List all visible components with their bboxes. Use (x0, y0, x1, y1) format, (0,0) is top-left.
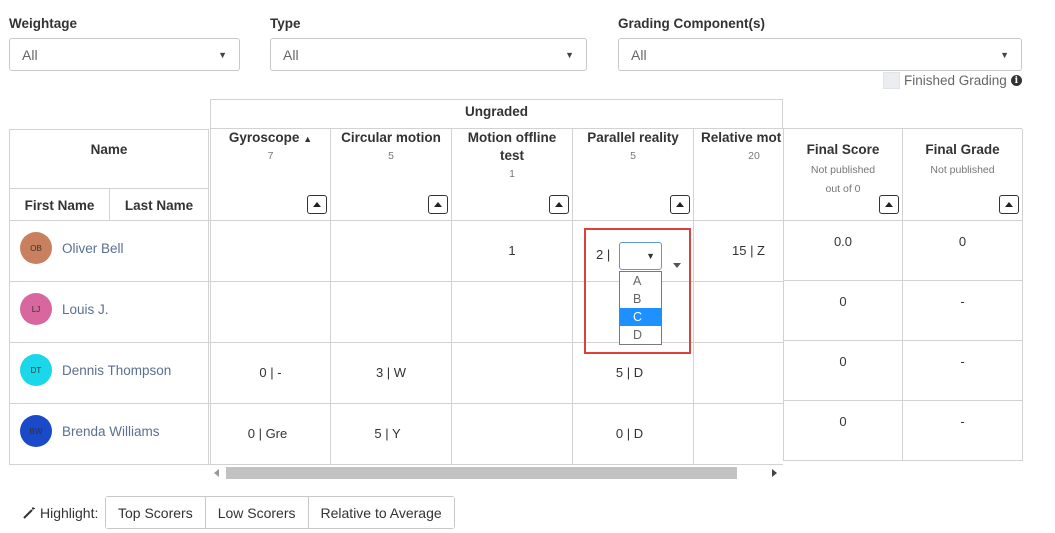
scroll-right-icon[interactable] (772, 469, 777, 477)
grade-cell[interactable]: 0 | D (573, 426, 686, 441)
column-title-line2[interactable]: test (452, 148, 572, 163)
student-name[interactable]: Dennis Thompson (62, 363, 171, 378)
final-score-status: Not published (810, 164, 876, 176)
final-grade-cell: - (960, 354, 965, 369)
ungraded-header: Ungraded (464, 104, 528, 119)
caret-down-icon: ▼ (218, 49, 227, 60)
sort-up-icon[interactable] (670, 195, 690, 214)
relative-to-average-button[interactable]: Relative to Average (308, 497, 454, 528)
highlight-button-group: Top Scorers Low Scorers Relative to Aver… (105, 496, 455, 529)
dropdown-option-d[interactable]: D (620, 326, 661, 344)
low-scorers-button[interactable]: Low Scorers (205, 497, 309, 528)
type-label: Type (270, 16, 301, 31)
column-count: 1 (509, 168, 515, 180)
grade-cell[interactable]: 0 | - (211, 365, 330, 380)
grade-letter-dropdown[interactable]: A B C D (619, 271, 662, 345)
avatar: OB (20, 232, 52, 264)
final-grade-status: Not published (930, 164, 995, 176)
top-scorers-button[interactable]: Top Scorers (106, 497, 206, 528)
column-count: 5 (388, 150, 394, 162)
finished-grading[interactable]: Finished Grading i (883, 72, 1022, 89)
type-select[interactable]: All ▼ (270, 38, 587, 71)
dropdown-option-c[interactable]: C (620, 308, 661, 326)
grade-cell[interactable]: 5 | D (573, 365, 686, 380)
grade-score-prefix: 2 | (596, 247, 611, 262)
student-name[interactable]: Louis J. (62, 302, 109, 317)
component-select[interactable]: All ▼ (618, 38, 1022, 71)
final-score-cell: 0.0 (833, 234, 853, 249)
caret-down-icon[interactable] (673, 263, 681, 268)
grade-cell[interactable]: 1 (452, 243, 572, 258)
grade-cell[interactable]: 15 | Z (732, 243, 765, 258)
column-count: 5 (630, 150, 636, 162)
column-count: 7 (267, 150, 274, 162)
column-title-circular-motion[interactable]: Circular motion (331, 130, 451, 145)
scrollbar-thumb[interactable] (226, 467, 737, 479)
caret-down-icon: ▼ (1000, 49, 1009, 60)
caret-down-icon: ▼ (646, 251, 655, 261)
column-title-gyroscope[interactable]: Gyroscope ▲ (211, 130, 330, 145)
student-name[interactable]: Oliver Bell (62, 241, 124, 256)
name-header: Name (90, 142, 128, 157)
type-value: All (283, 46, 299, 63)
final-grade-cell: - (960, 414, 965, 429)
finished-grading-label: Finished Grading (904, 73, 1007, 88)
final-score-cell: 0 (839, 294, 847, 309)
grade-cell[interactable]: 3 | W (331, 365, 451, 380)
column-title-motion-offline-test[interactable]: Motion offline (452, 130, 572, 145)
sort-up-icon: ▲ (303, 134, 313, 144)
last-name-header[interactable]: Last Name (110, 198, 208, 213)
final-grade-cell: - (960, 294, 965, 309)
highlight-label: Highlight: (22, 505, 98, 521)
avatar: LJ (20, 293, 52, 325)
final-grade-header[interactable]: Final Grade (903, 142, 1022, 157)
dropdown-option-a[interactable]: A (620, 272, 661, 290)
sort-up-icon[interactable] (428, 195, 448, 214)
magic-wand-icon (23, 507, 35, 519)
weightage-label: Weightage (9, 16, 78, 31)
highlight-label-text: Highlight: (40, 505, 99, 521)
grade-cell[interactable]: 5 | Y (331, 426, 444, 441)
info-icon[interactable]: i (1010, 75, 1022, 86)
column-title-relative-motion[interactable]: Relative mot (701, 130, 783, 145)
weightage-value: All (22, 46, 38, 63)
column-title-parallel-reality[interactable]: Parallel reality (573, 130, 693, 145)
avatar: BW (20, 415, 52, 447)
final-score-header[interactable]: Final Score (784, 142, 902, 157)
grade-letter-select[interactable]: ▼ (619, 242, 662, 270)
first-name-header[interactable]: First Name (10, 198, 109, 213)
weightage-select[interactable]: All ▼ (9, 38, 240, 71)
dropdown-option-b[interactable]: B (620, 290, 661, 308)
component-value: All (631, 46, 647, 63)
final-score-cell: 0 (839, 414, 847, 429)
sort-up-icon[interactable] (549, 195, 569, 214)
avatar: DT (20, 354, 52, 386)
grade-cell[interactable]: 0 | Gre (211, 426, 324, 441)
caret-down-icon: ▼ (565, 49, 574, 60)
finished-grading-checkbox[interactable] (883, 72, 900, 89)
sort-up-icon[interactable] (307, 195, 327, 214)
final-grade-cell: 0 (958, 234, 967, 249)
sort-up-icon[interactable] (879, 195, 899, 214)
sort-up-icon[interactable] (999, 195, 1019, 214)
final-score-total: out of 0 (825, 183, 861, 195)
final-score-cell: 0 (839, 354, 847, 369)
scroll-left-icon[interactable] (214, 469, 219, 477)
student-name[interactable]: Brenda Williams (62, 424, 160, 439)
component-label: Grading Component(s) (618, 16, 765, 31)
